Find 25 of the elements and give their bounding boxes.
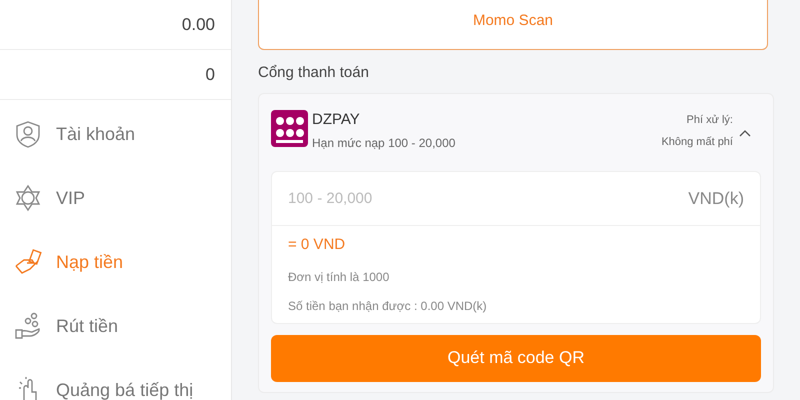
balance-value: 0.00 [182,14,215,36]
note-text: Đơn vị tính là 1000 [288,268,390,286]
sidebar-item[interactable]: Tài khoản [0,102,231,166]
note-text: Số tiền bạn nhận được : 0.00 VND(k) [288,298,488,314]
amount-field[interactable]: 100 - 20,000 [288,178,688,218]
sidebar-item[interactable]: Quảng bá tiếp thị [0,358,231,400]
method-name: DZPAY [312,110,361,130]
converted-amount: = 0 VND [288,235,346,255]
shield-user-icon [14,120,42,148]
sidebar-item[interactable]: VIP [0,166,231,230]
section-title: Cổng thanh toán [258,63,370,83]
momo-scan-button[interactable]: Momo Scan [258,0,768,50]
chevron-up-icon[interactable] [739,128,751,136]
method-limit: Hạn mức nạp 100 - 20,000 [312,135,456,152]
balance-value: 0 [206,64,215,86]
fee-value: Không mất phí [661,135,733,150]
hand-money-icon [14,248,42,276]
logo-icon [271,110,308,146]
hand-coins-icon [14,312,42,340]
fee-label: Phí xử lý: [686,112,733,128]
scan-qr-button[interactable]: Quét mã code QR [271,334,761,382]
star-badge-icon [14,184,42,212]
sidebar-item[interactable]: Rút tiền [0,294,231,358]
sidebar-item[interactable]: Nạp tiền [0,230,231,294]
unit-label: VND(k) [688,188,744,210]
